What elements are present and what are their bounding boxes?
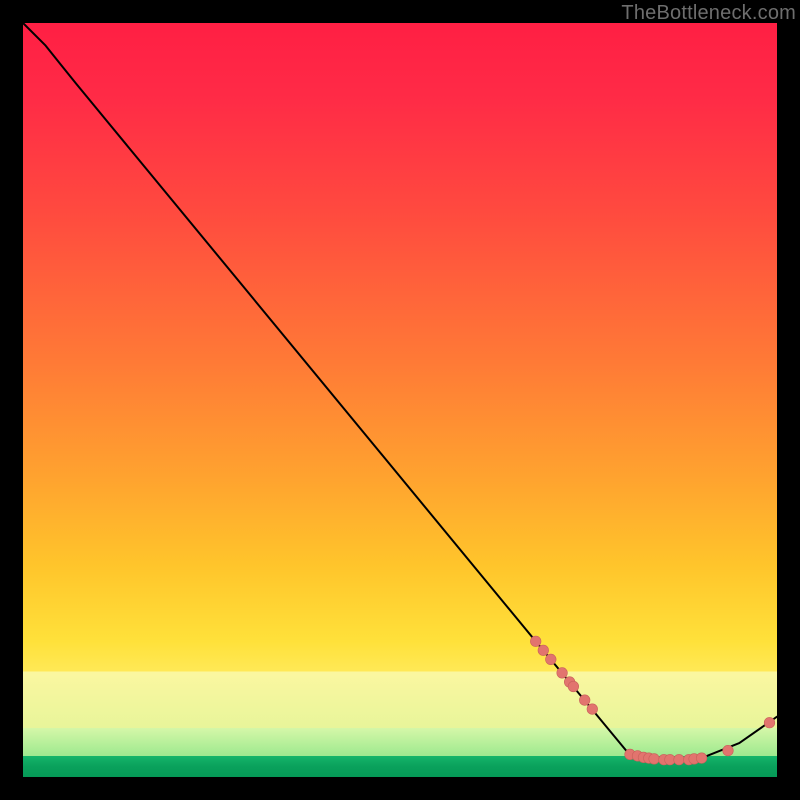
curve-marker (579, 695, 590, 706)
curve-marker (696, 753, 707, 764)
watermark-text: TheBottleneck.com (621, 2, 796, 25)
curve-marker (546, 654, 557, 665)
curve-marker (587, 704, 598, 715)
curve-marker (568, 681, 579, 692)
curve-marker (530, 636, 541, 647)
curve-marker (674, 754, 685, 765)
curve-marker (649, 754, 660, 765)
curve-layer (23, 23, 777, 777)
plot-area (23, 23, 777, 777)
bottleneck-curve (23, 23, 777, 760)
chart-stage: TheBottleneck.com (0, 0, 800, 800)
curve-marker (557, 668, 568, 679)
curve-markers (530, 636, 774, 765)
curve-marker (538, 645, 549, 656)
curve-marker (723, 745, 734, 756)
curve-marker (764, 717, 775, 728)
